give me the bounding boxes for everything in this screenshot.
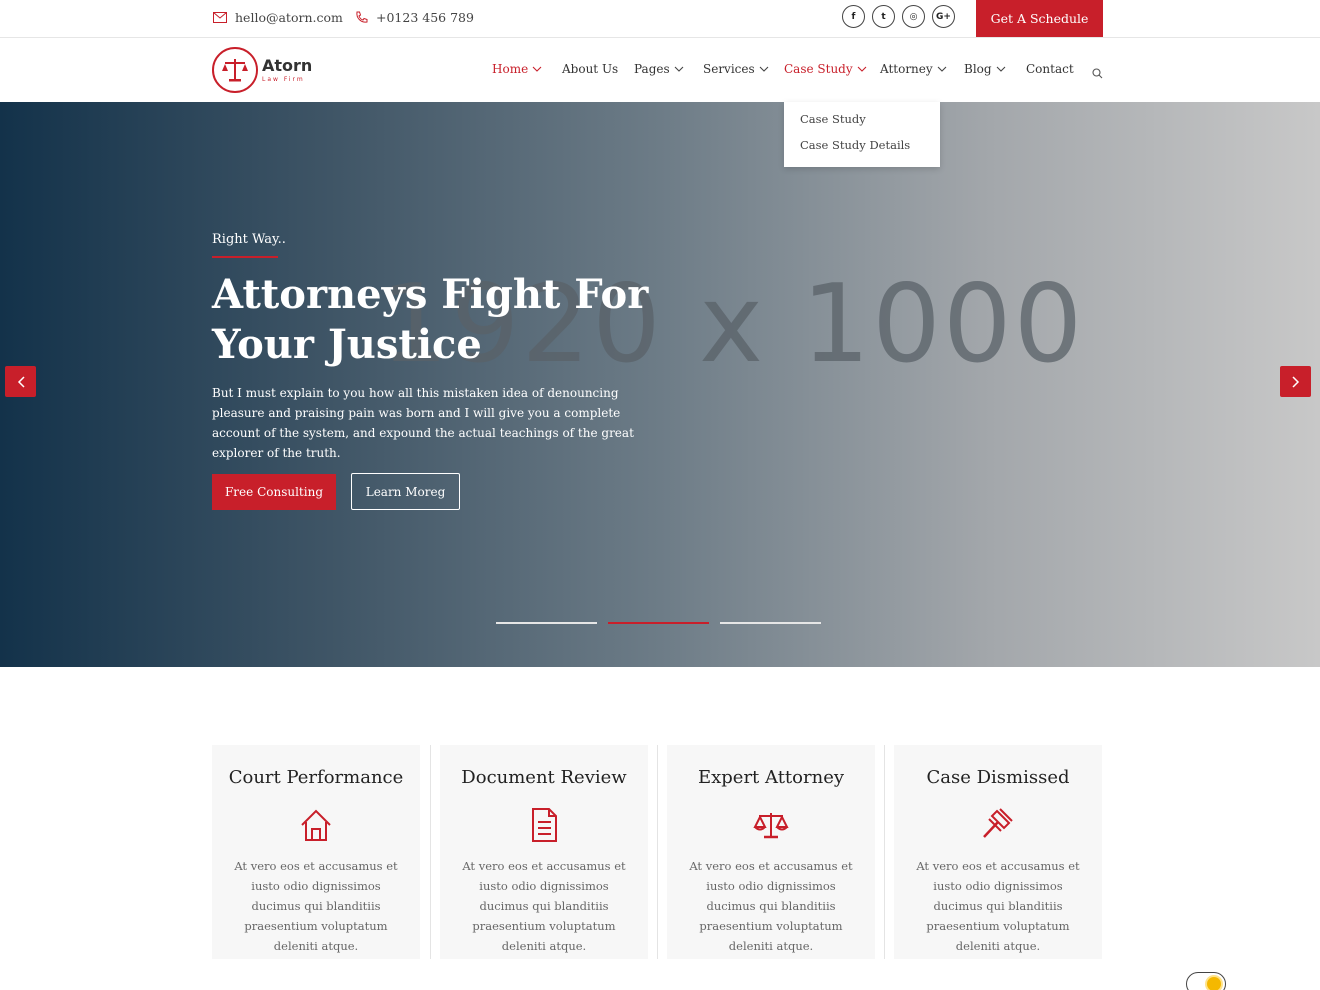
theme-toggle[interactable] (1186, 972, 1226, 990)
nav-item-blog[interactable]: Blog (964, 62, 1006, 76)
social-links: f t ◎ G+ (842, 5, 962, 28)
feature-text: At vero eos et accusamus et iusto odio d… (916, 859, 1080, 953)
chevron-down-icon (674, 66, 684, 72)
slider-dot-2[interactable] (608, 622, 709, 624)
nav-item-case-study[interactable]: Case Study (784, 62, 867, 76)
twitter-icon[interactable]: t (872, 5, 895, 28)
nav-item-label: Contact (1026, 62, 1074, 76)
get-schedule-button[interactable]: Get A Schedule (976, 0, 1103, 37)
slider-prev-button[interactable] (5, 366, 36, 397)
feature-title: Court Performance (228, 767, 404, 788)
top-bar: hello@atorn.com +0123 456 789 f t ◎ G+ G… (0, 0, 1320, 38)
feature-text: At vero eos et accusamus et iusto odio d… (689, 859, 853, 953)
nav-item-label: Case Study (784, 62, 853, 76)
main-navbar: Atorn Law Firm Home About Us Pages Servi… (0, 38, 1320, 102)
nav-item-label: Services (703, 62, 755, 76)
nav-item-label: Home (492, 62, 529, 76)
email-contact[interactable]: hello@atorn.com (213, 10, 343, 25)
instagram-icon[interactable]: ◎ (902, 5, 925, 28)
feature-title: Expert Attorney (697, 767, 845, 788)
hero-description: But I must explain to you how all this m… (212, 386, 634, 460)
chevron-down-icon (759, 66, 769, 72)
chevron-down-icon (937, 66, 947, 72)
feature-text: At vero eos et accusamus et iusto odio d… (234, 859, 398, 953)
gavel-icon (983, 808, 1013, 838)
nav-item-label: Attorney (880, 62, 933, 76)
nav-item-label: Pages (634, 62, 670, 76)
card-divider (657, 745, 658, 959)
nav-item-label: About Us (562, 62, 619, 76)
nav-item-about-us[interactable]: About Us (562, 62, 618, 76)
chevron-left-icon (17, 375, 25, 388)
feature-title: Case Dismissed (926, 767, 1070, 788)
phone-contact[interactable]: +0123 456 789 (355, 10, 474, 25)
chevron-down-icon (996, 66, 1005, 72)
learn-more-button[interactable]: Learn Moreg (351, 473, 460, 510)
search-button[interactable] (1092, 64, 1103, 83)
hero-title: Attorneys Fight For Your Justice (212, 271, 649, 368)
scales-icon (753, 813, 789, 839)
nav-item-pages[interactable]: Pages (634, 62, 684, 76)
nav-item-attorney[interactable]: Attorney (880, 62, 947, 76)
free-consulting-button[interactable]: Free Consulting (212, 474, 336, 510)
sun-icon (1207, 977, 1221, 990)
google-plus-icon[interactable]: G+ (932, 5, 955, 28)
nav-item-services[interactable]: Services (703, 62, 769, 76)
logo[interactable]: Atorn Law Firm (212, 47, 312, 93)
nav-item-contact[interactable]: Contact (1026, 62, 1074, 76)
email-text: hello@atorn.com (235, 10, 343, 25)
dropdown-item-case-study-details[interactable]: Case Study Details (800, 138, 910, 152)
brand-tagline: Law Firm (262, 75, 305, 83)
scales-logo-icon (212, 47, 258, 93)
nav-item-label: Blog (964, 62, 992, 76)
slider-next-button[interactable] (1280, 366, 1311, 397)
chevron-down-icon (532, 66, 542, 72)
card-divider (884, 745, 885, 959)
search-icon (1092, 68, 1103, 79)
phone-icon (356, 11, 368, 23)
facebook-icon[interactable]: f (842, 5, 865, 28)
chevron-right-icon (1291, 375, 1299, 388)
phone-text: +0123 456 789 (376, 10, 474, 25)
slider-dot-1[interactable] (496, 622, 597, 624)
feature-card-court-performance: Court Performance At vero eos et accusam… (212, 745, 420, 959)
nav-item-home[interactable]: Home (492, 62, 542, 76)
hero-eyebrow: Right Way.. (212, 232, 286, 247)
house-icon (301, 809, 331, 841)
feature-card-case-dismissed: Case Dismissed At vero eos et accusamus … (894, 745, 1102, 959)
slider-dot-3[interactable] (720, 622, 821, 624)
feature-card-document-review: Document Review At vero eos et accusamus… (440, 745, 648, 959)
feature-text: At vero eos et accusamus et iusto odio d… (462, 859, 626, 953)
brand-name: Atorn (262, 55, 313, 75)
case-study-dropdown: Case Study Case Study Details (784, 102, 940, 167)
dropdown-item-case-study[interactable]: Case Study (800, 112, 866, 126)
hero-slider: 1920 x 1000 Right Way.. Attorneys Fight … (0, 102, 1320, 667)
document-icon (532, 808, 557, 842)
card-divider (430, 745, 431, 959)
chevron-down-icon (857, 66, 867, 72)
feature-card-expert-attorney: Expert Attorney At vero eos et accusamus… (667, 745, 875, 959)
feature-title: Document Review (461, 767, 627, 788)
eyebrow-underline (212, 256, 278, 258)
mail-icon (213, 12, 227, 23)
